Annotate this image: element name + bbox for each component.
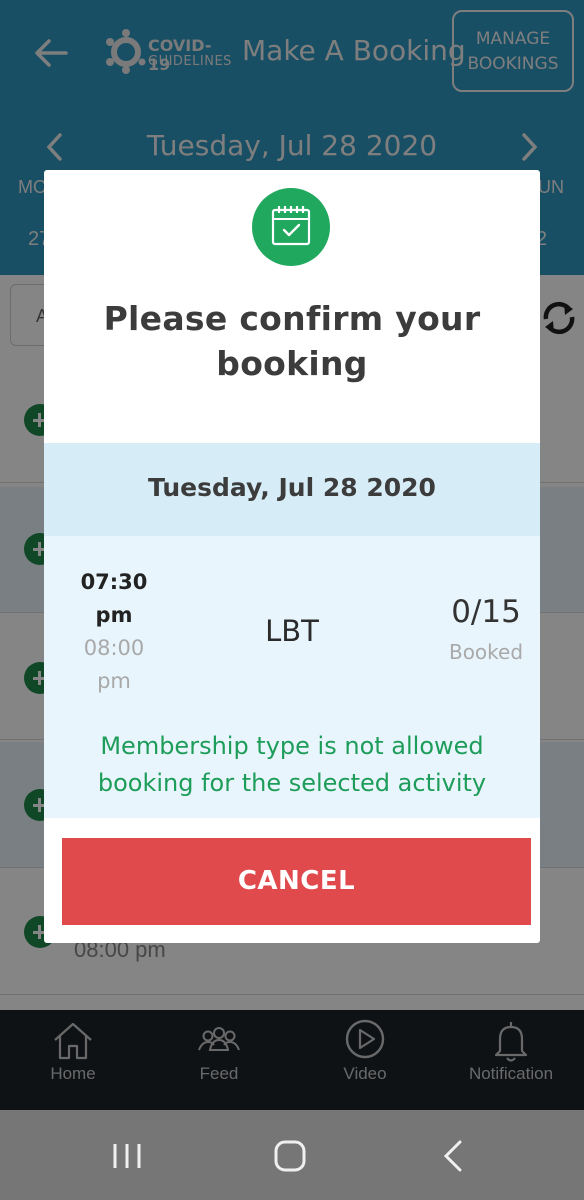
booking-details: 07:30 pm 08:00 pm LBT 0/15 Booked Member… [44,536,540,818]
membership-warning: Membership type is not allowed booking f… [54,728,530,802]
start-time-meridiem: pm [95,603,133,627]
capacity-count: 0/15 [451,594,521,630]
end-time: 08:00 pm [44,632,184,698]
activity-name: LBT [265,614,319,648]
cancel-button[interactable]: CANCEL [62,838,531,925]
start-time: 07:30 pm [44,566,184,632]
recent-apps-icon[interactable] [107,1138,147,1174]
system-navigation-bar [0,1110,584,1200]
start-time-value: 07:30 [80,570,148,594]
end-time-value: 08:00 [83,636,145,660]
home-button-icon[interactable] [270,1138,310,1174]
dialog-heading-line-1: Please confirm your [103,299,481,338]
capacity-label: Booked [448,640,524,664]
end-time-meridiem: pm [97,669,131,693]
booking-date-band: Tuesday, Jul 28 2020 [44,443,540,536]
back-button-icon[interactable] [434,1138,474,1174]
booking-date: Tuesday, Jul 28 2020 [148,473,436,502]
warning-line-2: booking for the selected activity [97,769,487,797]
calendar-check-icon [252,188,330,266]
warning-line-1: Membership type is not allowed [100,732,484,760]
confirm-booking-dialog: Please confirm your booking Tuesday, Jul… [44,170,540,943]
dialog-heading: Please confirm your booking [44,296,540,386]
dialog-heading-line-2: booking [216,344,368,383]
